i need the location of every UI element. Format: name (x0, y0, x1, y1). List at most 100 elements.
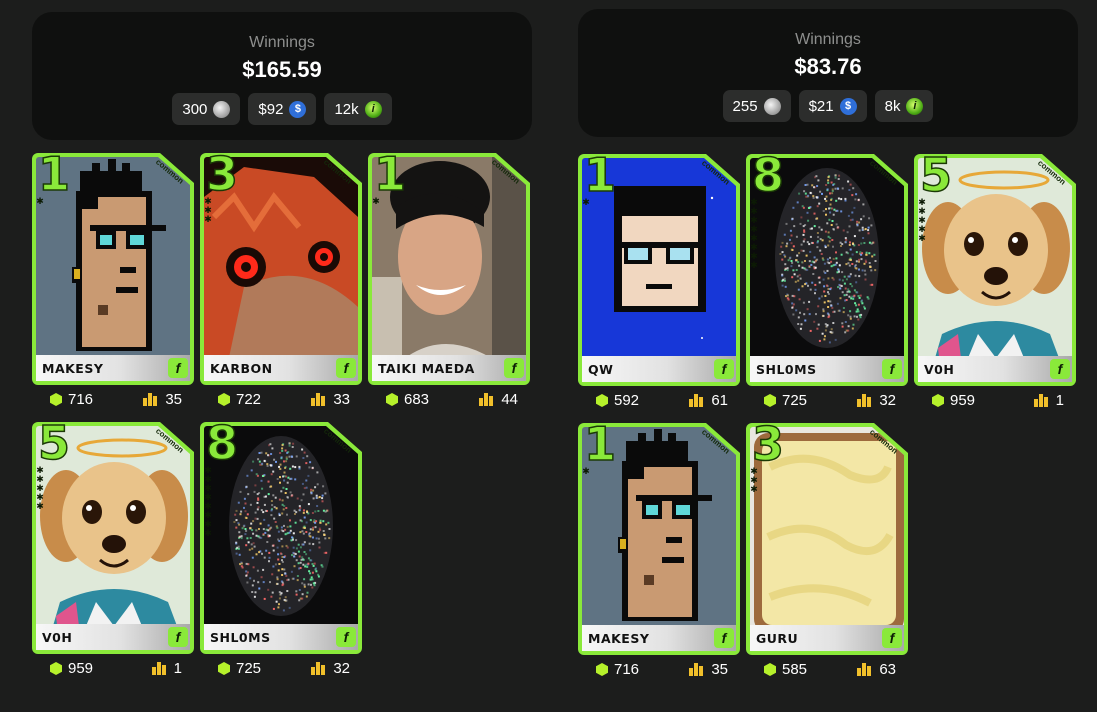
card-stars: ✱ ✱ ✱ ✱ ✱ (918, 197, 926, 243)
card-stars: ✱ ✱ ✱ (750, 466, 758, 494)
reward-chip-value: 300 (182, 100, 208, 118)
rank-stat: 35 (689, 661, 728, 678)
rank-building-icon (857, 394, 873, 407)
score-value: 585 (782, 661, 808, 678)
winnings-label: Winnings (795, 31, 861, 48)
card-level: 5 (919, 148, 953, 202)
score-value: 722 (236, 391, 262, 408)
score-stat: 592 (596, 392, 639, 409)
usdc-coin-icon (289, 100, 307, 118)
player-card[interactable]: 1 ✱ common TAIKI MAEDA f (368, 147, 530, 385)
score-value: 959 (950, 392, 976, 409)
player-card[interactable]: 5 ✱ ✱ ✱ ✱ ✱ common V0H f (914, 148, 1076, 386)
card-player-name: MAKESY (588, 631, 650, 646)
card-level: 5 (37, 416, 71, 470)
score-value: 716 (614, 661, 640, 678)
card-stars: ✱ ✱ ✱ ✱ ✱ (36, 465, 44, 511)
player-card[interactable]: 1 ✱ common MAKESY f (32, 150, 194, 385)
score-stat: 722 (218, 391, 261, 408)
reward-chip-value: 12k (334, 100, 359, 118)
rank-value: 35 (711, 661, 728, 678)
token-badge-icon: f (882, 359, 902, 379)
score-stat: 683 (386, 391, 429, 408)
rank-value: 32 (333, 660, 350, 677)
rank-value: 63 (879, 661, 896, 678)
card-stars: ✱ ✱ ✱ ✱ ✱ ✱ ✱ ✱ (204, 465, 212, 538)
reward-chips: 255 $21 8k (578, 90, 1078, 122)
player-card[interactable]: 1 ✱ common QW f (578, 148, 740, 386)
reward-chip-value: 255 (732, 97, 758, 115)
card-level: 3 (751, 417, 785, 471)
reward-chip: 8k (874, 90, 934, 122)
card-level: 1 (373, 147, 407, 201)
card-player-name: SHL0MS (210, 630, 271, 645)
rank-value: 44 (501, 391, 518, 408)
score-hex-icon (932, 394, 944, 407)
card-stats: 585 63 (746, 661, 908, 681)
card-player-name: QW (588, 362, 614, 377)
player-card[interactable]: 3 ✱ ✱ ✱ common KARBON f (200, 147, 362, 385)
token-badge-icon: f (336, 358, 356, 378)
score-value: 725 (782, 392, 808, 409)
card-nameplate: QW f (582, 356, 736, 382)
score-hex-icon (50, 662, 62, 675)
token-badge-icon: f (168, 358, 188, 378)
card-stars: ✱ (372, 196, 380, 206)
rank-building-icon (151, 662, 168, 675)
score-stat: 725 (218, 660, 261, 677)
rank-value: 33 (333, 391, 350, 408)
card-stats: 725 32 (200, 660, 362, 680)
card-level: 1 (583, 148, 617, 202)
rank-stat: 35 (143, 391, 182, 408)
card-level: 3 (205, 147, 239, 201)
player-card[interactable]: 1 ✱ common MAKESY f (578, 417, 740, 655)
rank-stat: 32 (311, 660, 350, 677)
score-hex-icon (218, 393, 230, 406)
rank-stat: 33 (311, 391, 350, 408)
reward-chip-value: $92 (258, 100, 284, 118)
green-token-icon (906, 97, 924, 115)
rank-stat: 63 (857, 661, 896, 678)
card-stars: ✱ ✱ ✱ (204, 196, 212, 224)
player-card[interactable]: 5 ✱ ✱ ✱ ✱ ✱ common V0H f (32, 416, 194, 654)
token-badge-icon: f (336, 627, 356, 647)
reward-chip: $21 (798, 90, 867, 122)
rank-stat: 1 (1033, 392, 1064, 409)
card-nameplate: SHL0MS f (750, 356, 904, 382)
card-nameplate: GURU f (750, 625, 904, 651)
reward-chip: 12k (324, 93, 392, 125)
rank-value: 32 (879, 392, 896, 409)
score-stat: 716 (50, 391, 93, 408)
score-stat: 725 (764, 392, 807, 409)
card-nameplate: TAIKI MAEDA f (372, 355, 526, 381)
rank-stat: 44 (479, 391, 518, 408)
card-stats: 592 61 (578, 392, 740, 412)
rank-building-icon (479, 393, 495, 406)
score-value: 959 (68, 660, 94, 677)
card-level: 8 (751, 148, 785, 202)
card-level: 1 (583, 417, 617, 471)
winnings-amount: $83.76 (794, 54, 862, 79)
rank-building-icon (689, 394, 705, 407)
card-nameplate: MAKESY f (36, 355, 190, 381)
rank-value: 35 (165, 391, 182, 408)
card-nameplate: V0H f (36, 624, 190, 650)
card-player-name: SHL0MS (756, 362, 817, 377)
card-nameplate: SHL0MS f (204, 624, 358, 650)
score-hex-icon (218, 662, 230, 675)
card-stats: 725 32 (746, 392, 908, 412)
reward-chip: 300 (172, 93, 241, 125)
card-player-name: MAKESY (42, 361, 104, 376)
winnings-summary: Winnings $83.76 255 $21 8k (578, 9, 1078, 137)
card-stats: 683 44 (368, 391, 530, 411)
rank-building-icon (311, 662, 327, 675)
rank-building-icon (1033, 394, 1050, 407)
score-hex-icon (50, 393, 62, 406)
score-value: 683 (404, 391, 430, 408)
score-value: 725 (236, 660, 262, 677)
card-nameplate: KARBON f (204, 355, 358, 381)
player-card[interactable]: 8 ✱ ✱ ✱ ✱ ✱ ✱ ✱ ✱ common SHL0MS f (200, 419, 362, 654)
player-card[interactable]: 8 ✱ ✱ ✱ ✱ ✱ ✱ ✱ ✱ common SHL0MS f (746, 148, 908, 386)
reward-chips: 300 $92 12k (32, 93, 532, 125)
player-card[interactable]: 3 ✱ ✱ ✱ common GURU f (746, 417, 908, 655)
